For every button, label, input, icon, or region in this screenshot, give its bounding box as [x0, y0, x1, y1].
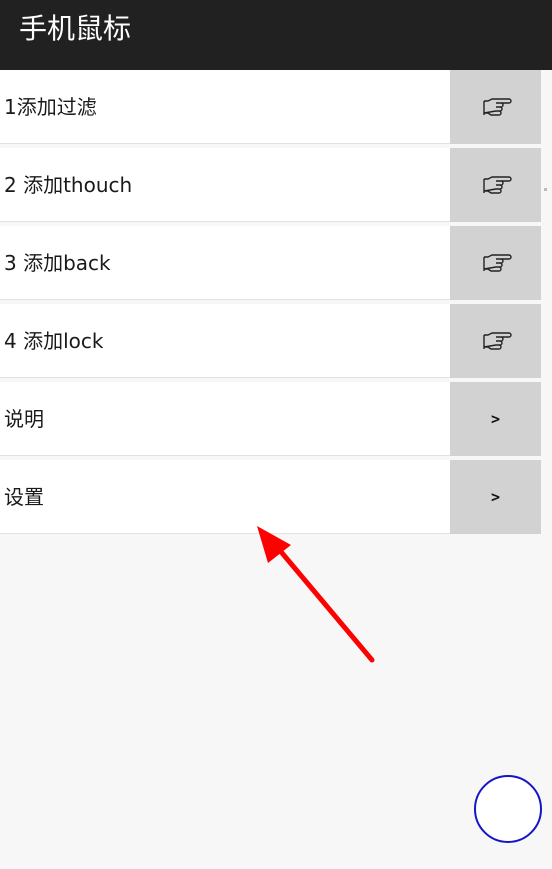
- menu-item-add-filter[interactable]: 1添加过滤: [0, 70, 541, 144]
- menu-item-label: 设置: [4, 485, 44, 509]
- menu-item-label: 3 添加back: [4, 251, 111, 275]
- menu-item-add-lock[interactable]: 4 添加lock: [0, 304, 541, 378]
- menu-item-label: 1添加过滤: [4, 95, 97, 119]
- arrow-shaft: [274, 544, 375, 663]
- add-back-button[interactable]: [450, 226, 541, 300]
- menu-list: 1添加过滤 2 添加thouch 3 添加back 4 添加lock 说明 > …: [0, 70, 541, 538]
- add-filter-button[interactable]: [450, 70, 541, 144]
- menu-item-settings[interactable]: 设置 >: [0, 460, 541, 534]
- chevron-right-icon: >: [490, 410, 501, 428]
- pointing-hand-icon: [480, 96, 512, 118]
- floating-circle-button[interactable]: [474, 775, 542, 843]
- chevron-right-icon: >: [490, 488, 501, 506]
- pointing-hand-icon: [480, 252, 512, 274]
- edge-indicator: [544, 188, 547, 191]
- add-touch-button[interactable]: [450, 148, 541, 222]
- pointing-hand-icon: [480, 174, 512, 196]
- app-bar: 手机鼠标: [0, 0, 552, 70]
- menu-item-add-touch[interactable]: 2 添加thouch: [0, 148, 541, 222]
- app-title: 手机鼠标: [19, 12, 132, 45]
- add-lock-button[interactable]: [450, 304, 541, 378]
- menu-item-label: 说明: [4, 407, 44, 431]
- instructions-button[interactable]: >: [450, 382, 541, 456]
- settings-button[interactable]: >: [450, 460, 541, 534]
- menu-item-add-back[interactable]: 3 添加back: [0, 226, 541, 300]
- pointing-hand-icon: [480, 330, 512, 352]
- menu-item-label: 2 添加thouch: [4, 173, 133, 197]
- menu-item-instructions[interactable]: 说明 >: [0, 382, 541, 456]
- menu-item-label: 4 添加lock: [4, 329, 104, 353]
